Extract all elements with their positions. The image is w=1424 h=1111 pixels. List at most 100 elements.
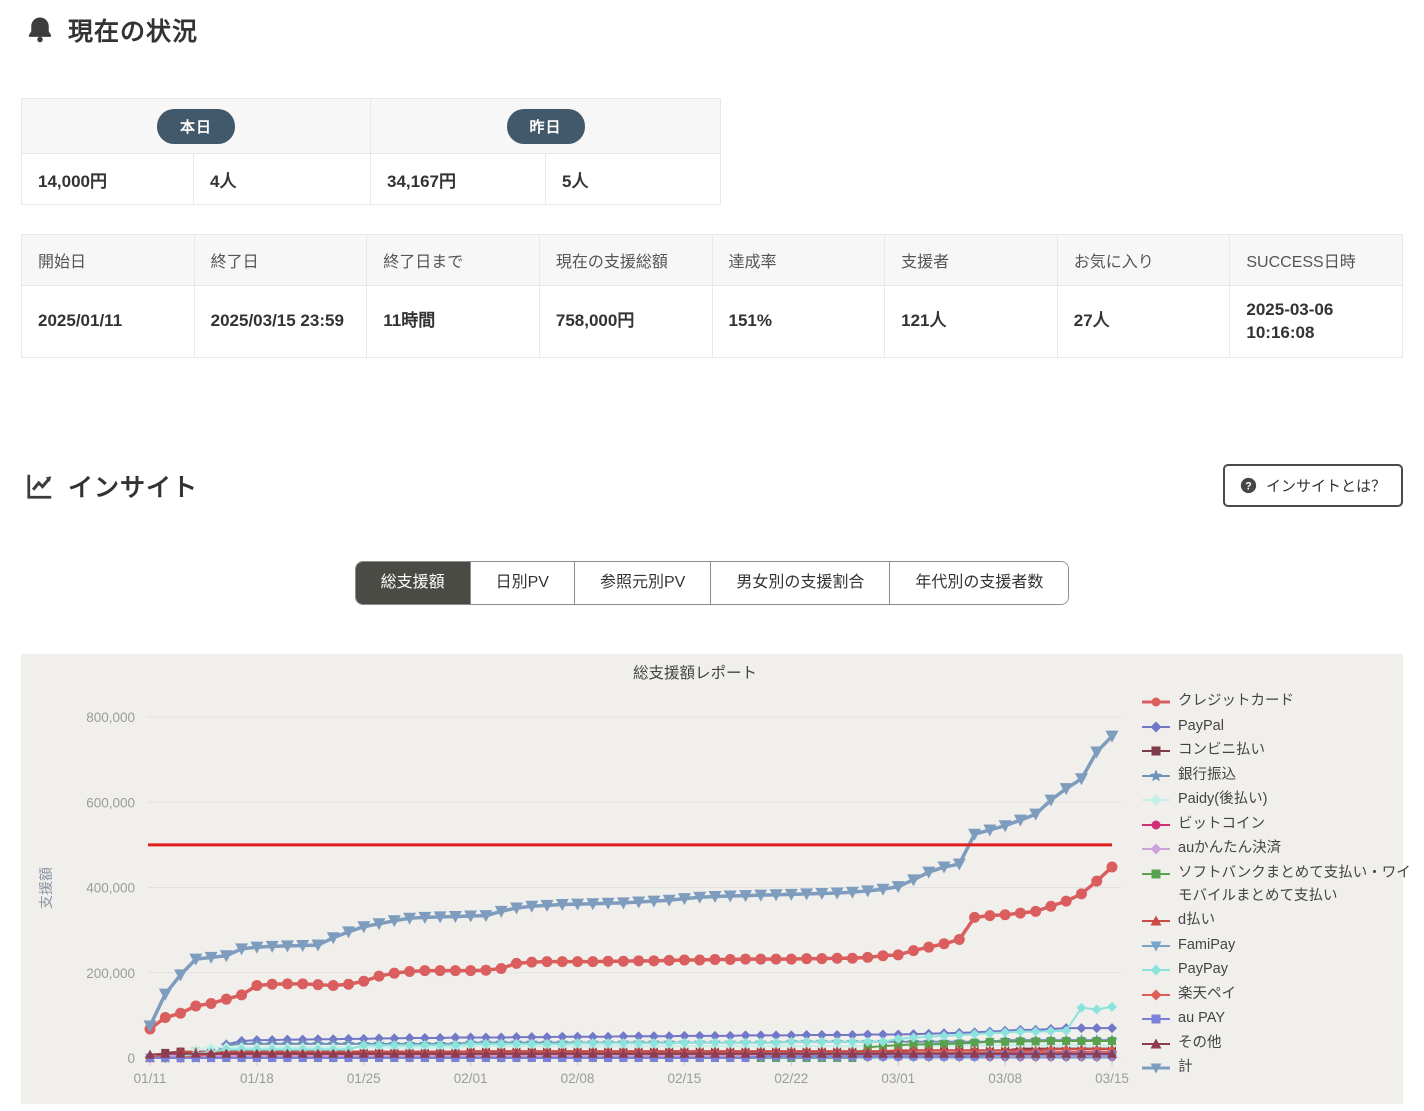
today-badge: 本日 xyxy=(157,109,235,144)
tab-2[interactable]: 参照元別PV xyxy=(574,562,710,604)
time-remaining-value: 11時間 xyxy=(367,286,540,358)
legend-marker-icon xyxy=(1141,987,1171,1003)
x-tick-label: 02/01 xyxy=(454,1071,488,1086)
total-support-value: 758,000円 xyxy=(539,286,712,358)
legend-item-13: その他 xyxy=(1141,1032,1417,1055)
legend-label: ビットコイン xyxy=(1178,813,1265,836)
x-tick-label: 02/08 xyxy=(561,1071,595,1086)
tab-0[interactable]: 総支援額 xyxy=(356,562,470,604)
legend-label: Paidy(後払い) xyxy=(1178,788,1267,811)
legend-item-10: PayPay xyxy=(1141,958,1417,981)
y-tick-label: 200,000 xyxy=(86,966,135,981)
legend-label: au PAY xyxy=(1178,1007,1225,1030)
col-achievement-rate: 達成率 xyxy=(712,235,885,286)
daily-summary-header-row: 本日 昨日 xyxy=(22,99,721,154)
y-tick-label: 600,000 xyxy=(86,795,135,810)
yesterday-header-cell: 昨日 xyxy=(371,99,721,154)
x-tick-label: 03/15 xyxy=(1095,1071,1129,1086)
legend-label: クレジットカード xyxy=(1178,690,1294,713)
x-tick-label: 02/22 xyxy=(774,1071,808,1086)
legend-marker-icon xyxy=(1141,962,1171,978)
legend-marker-icon xyxy=(1141,768,1171,784)
legend-label: ソフトバンクまとめて支払い・ワイモバイルまとめて支払い xyxy=(1178,862,1417,908)
tab-1[interactable]: 日別PV xyxy=(470,562,574,604)
chart-title: 総支援額レポート xyxy=(633,664,757,682)
legend-label: その他 xyxy=(1178,1032,1222,1055)
question-circle-icon: ? xyxy=(1240,477,1257,494)
x-tick-label: 03/08 xyxy=(988,1071,1022,1086)
bell-icon xyxy=(25,15,55,45)
legend-marker-icon xyxy=(1141,743,1171,759)
dashboard-page: 現在の状況 本日 昨日 14,000円 4人 34,167円 5人 開始日 終了… xyxy=(0,0,1424,1111)
yesterday-amount: 34,167円 xyxy=(371,154,546,205)
x-tick-label: 01/18 xyxy=(240,1071,274,1086)
col-total-support: 現在の支援総額 xyxy=(539,235,712,286)
legend-marker-icon xyxy=(1141,866,1171,882)
today-supporters: 4人 xyxy=(194,154,371,205)
legend-marker-icon xyxy=(1141,1060,1171,1076)
x-tick-label: 01/11 xyxy=(134,1071,167,1086)
y-tick-label: 400,000 xyxy=(86,881,135,896)
end-date-value: 2025/03/15 23:59 xyxy=(194,286,367,358)
legend-label: d払い xyxy=(1178,909,1215,932)
tab-4[interactable]: 年代別の支援者数 xyxy=(889,562,1068,604)
legend-item-0: クレジットカード xyxy=(1141,690,1417,713)
success-datetime-value: 2025-03-06 10:16:08 xyxy=(1230,286,1403,358)
legend-label: コンビニ払い xyxy=(1178,739,1265,762)
legend-item-14: 計 xyxy=(1141,1056,1417,1079)
legend-label: auかんたん決済 xyxy=(1178,837,1281,860)
legend-label: FamiPay xyxy=(1178,934,1235,957)
legend-item-7: ソフトバンクまとめて支払い・ワイモバイルまとめて支払い xyxy=(1141,862,1417,908)
yesterday-badge: 昨日 xyxy=(507,109,585,144)
legend-marker-icon xyxy=(1141,913,1171,929)
legend-item-8: d払い xyxy=(1141,909,1417,932)
legend-item-9: FamiPay xyxy=(1141,934,1417,957)
y-tick-label: 0 xyxy=(127,1051,135,1066)
x-tick-label: 03/01 xyxy=(881,1071,915,1086)
achievement-rate-value: 151% xyxy=(712,286,885,358)
yesterday-supporters: 5人 xyxy=(546,154,721,205)
insight-header-row: インサイト ? インサイトとは？ xyxy=(25,464,1403,507)
legend-item-5: ビットコイン xyxy=(1141,813,1417,836)
supporters-value: 121人 xyxy=(885,286,1058,358)
y-tick-label: 800,000 xyxy=(86,710,135,725)
legend-marker-icon xyxy=(1141,1011,1171,1027)
legend-marker-icon xyxy=(1141,694,1171,710)
insight-tabs-wrap: 総支援額日別PV参照元別PV男女別の支援割合年代別の支援者数 xyxy=(0,561,1424,605)
x-tick-label: 02/15 xyxy=(668,1071,702,1086)
legend-label: 銀行振込 xyxy=(1178,764,1236,787)
current-status-header: 現在の状況 xyxy=(25,12,1424,48)
daily-summary-value-row: 14,000円 4人 34,167円 5人 xyxy=(22,154,721,205)
col-start-date: 開始日 xyxy=(22,235,195,286)
legend-item-1: PayPal xyxy=(1141,715,1417,738)
chart-line-icon xyxy=(25,471,55,501)
daily-summary-table: 本日 昨日 14,000円 4人 34,167円 5人 xyxy=(21,98,721,205)
insight-help-label: インサイトとは？ xyxy=(1266,475,1386,496)
chart-legend: クレジットカードPayPalコンビニ払い銀行振込Paidy(後払い)ビットコイン… xyxy=(1141,690,1417,1081)
legend-label: 楽天ペイ xyxy=(1178,983,1236,1006)
legend-label: 計 xyxy=(1178,1056,1193,1079)
project-status-table: 開始日 終了日 終了日まで 現在の支援総額 達成率 支援者 お気に入り SUCC… xyxy=(21,234,1403,358)
today-header-cell: 本日 xyxy=(22,99,371,154)
legend-marker-icon xyxy=(1141,841,1171,857)
col-end-date: 終了日 xyxy=(194,235,367,286)
insight-help-button[interactable]: ? インサイトとは？ xyxy=(1223,464,1403,507)
col-favorites: お気に入り xyxy=(1057,235,1230,286)
legend-marker-icon xyxy=(1141,817,1171,833)
legend-marker-icon xyxy=(1141,1036,1171,1052)
start-date-value: 2025/01/11 xyxy=(22,286,195,358)
favorites-value: 27人 xyxy=(1057,286,1230,358)
insight-tabs: 総支援額日別PV参照元別PV男女別の支援割合年代別の支援者数 xyxy=(355,561,1070,605)
tab-3[interactable]: 男女別の支援割合 xyxy=(710,562,889,604)
col-success-datetime: SUCCESS日時 xyxy=(1230,235,1403,286)
legend-item-12: au PAY xyxy=(1141,1007,1417,1030)
project-status-value-row: 2025/01/11 2025/03/15 23:59 11時間 758,000… xyxy=(22,286,1403,358)
col-time-remaining: 終了日まで xyxy=(367,235,540,286)
legend-item-11: 楽天ペイ xyxy=(1141,983,1417,1006)
legend-marker-icon xyxy=(1141,792,1171,808)
legend-label: PayPay xyxy=(1178,958,1228,981)
col-supporters: 支援者 xyxy=(885,235,1058,286)
project-status-header-row: 開始日 終了日 終了日まで 現在の支援総額 達成率 支援者 お気に入り SUCC… xyxy=(22,235,1403,286)
svg-text:?: ? xyxy=(1245,480,1251,492)
legend-marker-icon xyxy=(1141,938,1171,954)
